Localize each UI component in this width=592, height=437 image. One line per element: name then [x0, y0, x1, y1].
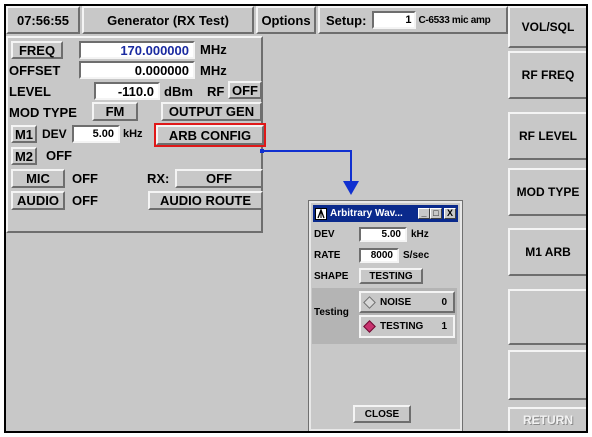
dialog-title: Arbitrary Wav...: [330, 208, 403, 219]
m1-arb-softkey[interactable]: M1 ARB: [508, 228, 586, 276]
blank-softkey-1[interactable]: [508, 289, 586, 345]
radio-diamond-selected-icon: [363, 320, 376, 333]
dialog-titlebar[interactable]: Arbitrary Wav... _ □ X: [313, 205, 458, 222]
close-icon[interactable]: X: [444, 208, 456, 219]
dialog-rate-label: RATE: [314, 250, 341, 261]
arrow-head: [343, 181, 359, 195]
dialog-shape-label: SHAPE: [314, 271, 349, 282]
dialog-dev-label: DEV: [314, 229, 335, 240]
down-arrow-icon: [260, 149, 359, 195]
testing-option-count: 1: [441, 321, 447, 332]
rf-freq-softkey[interactable]: RF FREQ: [508, 51, 586, 99]
testing-group: Testing NOISE 0 TESTING 1: [312, 288, 457, 344]
blank-softkey-2[interactable]: [508, 350, 586, 400]
instrument-screen: 07:56:55 Generator (RX Test) Options Set…: [4, 4, 588, 433]
connector-start: [260, 149, 264, 153]
dialog-rate-field[interactable]: 8000: [359, 248, 399, 263]
dialog-dev-unit: kHz: [411, 229, 429, 240]
dialog-close-button[interactable]: CLOSE: [353, 405, 411, 423]
radio-diamond-icon: [363, 295, 376, 309]
testing-option-label: TESTING: [380, 321, 424, 332]
dialog-rate-value: 8000: [370, 250, 393, 261]
dialog-dev-value: 5.00: [381, 229, 401, 240]
noise-option[interactable]: NOISE 0: [359, 291, 455, 313]
vol-sql-softkey[interactable]: VOL/SQL: [508, 6, 586, 48]
softkey-label: RF FREQ: [521, 68, 575, 82]
antenna-icon: [315, 207, 327, 220]
mod-type-softkey[interactable]: MOD TYPE: [508, 168, 586, 216]
softkey-label: RF LEVEL: [518, 129, 577, 143]
return-softkey[interactable]: RETURN: [508, 407, 586, 431]
softkey-column: VOL/SQL RF FREQ RF LEVEL MOD TYPE M1 ARB…: [508, 6, 586, 431]
dialog-rate-unit: S/sec: [403, 250, 430, 261]
rf-level-softkey[interactable]: RF LEVEL: [508, 112, 586, 160]
dialog-dev-field[interactable]: 5.00: [359, 227, 407, 242]
softkey-label: MOD TYPE: [516, 185, 580, 199]
connector-line: [262, 150, 352, 182]
noise-option-count: 0: [441, 296, 447, 308]
noise-option-label: NOISE: [380, 296, 412, 308]
testing-option[interactable]: TESTING 1: [359, 315, 455, 338]
arbitrary-waveform-dialog: Arbitrary Wav... _ □ X DEV 5.00 kHz RATE…: [308, 200, 463, 431]
dialog-shape-value: TESTING: [369, 270, 413, 282]
dialog-shape-selector[interactable]: TESTING: [359, 268, 423, 284]
minimize-icon[interactable]: _: [418, 208, 430, 219]
softkey-label: VOL/SQL: [521, 20, 575, 34]
maximize-icon[interactable]: □: [430, 208, 442, 219]
softkey-label: RETURN: [523, 413, 573, 427]
softkey-label: M1 ARB: [525, 245, 571, 259]
testing-label: Testing: [314, 307, 349, 318]
dialog-close-label: CLOSE: [364, 408, 400, 420]
